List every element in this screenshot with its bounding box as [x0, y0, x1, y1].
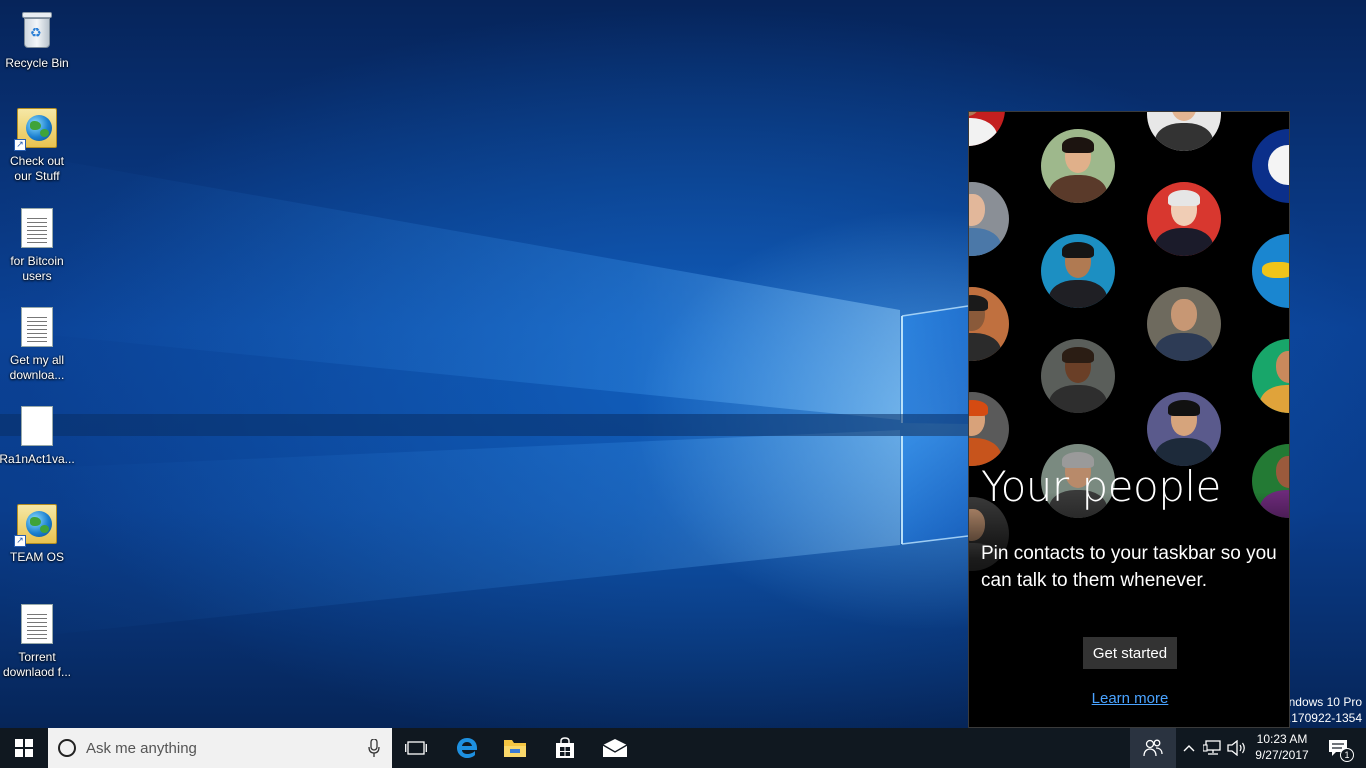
internet-shortcut-icon: ↗: [13, 500, 61, 548]
desktop-icon-ra1nact1va[interactable]: Ra1nAct1va...: [0, 402, 75, 467]
contact-avatar: [1041, 234, 1115, 308]
taskbar-clock[interactable]: 10:23 AM 9/27/2017: [1250, 731, 1314, 763]
watermark-build: e.170922-1354: [1281, 711, 1362, 725]
desktop-icon-label: TEAM OS: [9, 550, 64, 564]
network-button[interactable]: [1201, 728, 1225, 768]
contact-avatar: [1041, 129, 1115, 203]
chevron-up-icon: [1183, 745, 1195, 752]
task-view-button[interactable]: [392, 728, 440, 768]
desktop-icon-label: Recycle Bin: [5, 56, 69, 70]
task-view-icon: [405, 741, 427, 755]
desktop-icon-check-out-our-stuff[interactable]: ↗ Check out our Stuff: [2, 104, 72, 184]
mail-button[interactable]: [590, 728, 640, 768]
speaker-icon: [1227, 740, 1245, 756]
windows-activation-watermark: ndows 10 Pro e.170922-1354: [1281, 694, 1362, 726]
desktop-icon-label: Ra1nAct1va...: [0, 452, 75, 466]
contact-avatar: [1147, 182, 1221, 256]
microphone-icon[interactable]: [368, 739, 380, 757]
microsoft-edge-button[interactable]: [442, 728, 492, 768]
contact-avatar: [969, 287, 1009, 361]
taskbar: 10:23 AM 9/27/2017 1: [0, 728, 1366, 768]
folder-icon: [504, 740, 526, 757]
contact-avatar: [1147, 392, 1221, 466]
cortana-icon: [58, 739, 76, 757]
contact-avatar: [969, 182, 1009, 256]
flyout-title: Your people: [981, 462, 1221, 511]
microsoft-store-button[interactable]: [540, 728, 590, 768]
get-started-button[interactable]: Get started: [1083, 637, 1177, 669]
contact-avatar: [1252, 339, 1289, 413]
mail-envelope-icon: [602, 739, 628, 757]
contact-avatar: [1147, 112, 1221, 151]
flyout-description: Pin contacts to your taskbar so you can …: [981, 543, 1277, 591]
show-hidden-icons-button[interactable]: [1178, 728, 1200, 768]
contact-avatar: [969, 112, 1005, 146]
people-taskbar-button[interactable]: [1130, 728, 1176, 768]
contact-avatar: [1147, 287, 1221, 361]
desktop-icon-label: Get my all downloa...: [9, 353, 65, 382]
desktop-icon-recycle-bin[interactable]: ♻ Recycle Bin: [2, 6, 72, 71]
store-bag-icon: [556, 737, 574, 758]
blank-document-icon: [13, 402, 61, 450]
windows-logo-icon: [15, 739, 33, 757]
cortana-search-box[interactable]: [48, 728, 392, 768]
notification-count-badge: 1: [1340, 748, 1354, 762]
action-center-button[interactable]: 1: [1318, 728, 1358, 768]
contact-avatar: [1041, 339, 1115, 413]
edge-icon: [457, 738, 477, 758]
desktop-icon-team-os[interactable]: ↗ TEAM OS: [2, 500, 72, 565]
desktop-icon-torrent-download[interactable]: Torrent downlaod f...: [2, 600, 72, 680]
contact-avatar: [1252, 129, 1289, 203]
volume-button[interactable]: [1225, 728, 1249, 768]
contact-avatar: [1252, 234, 1289, 308]
text-document-icon: [13, 600, 61, 648]
file-explorer-button[interactable]: [490, 728, 540, 768]
search-input[interactable]: [86, 739, 346, 757]
start-button[interactable]: [0, 728, 48, 768]
network-wired-icon: [1203, 740, 1221, 755]
desktop-icon-label: Torrent downlaod f...: [2, 650, 72, 679]
internet-shortcut-icon: ↗: [13, 104, 61, 152]
desktop-icon-get-my-all-downloads[interactable]: Get my all downloa...: [2, 303, 72, 383]
text-document-icon: [13, 204, 61, 252]
contact-avatar: [969, 392, 1009, 466]
clock-time: 10:23 AM: [1256, 732, 1308, 746]
clock-date: 9/27/2017: [1255, 748, 1309, 762]
recycle-bin-icon: ♻: [13, 6, 61, 54]
learn-more-link[interactable]: Learn more: [969, 690, 1289, 707]
people-flyout: Your people Pin contacts to your taskbar…: [968, 111, 1290, 728]
desktop-icon-for-bitcoin-users[interactable]: for Bitcoin users: [2, 204, 72, 284]
desktop-icon-label: for Bitcoin users: [10, 254, 64, 283]
desktop-icon-label: Check out our Stuff: [9, 154, 65, 183]
people-icon: [1143, 739, 1163, 757]
watermark-edition: ndows 10 Pro: [1288, 695, 1362, 709]
text-document-icon: [13, 303, 61, 351]
